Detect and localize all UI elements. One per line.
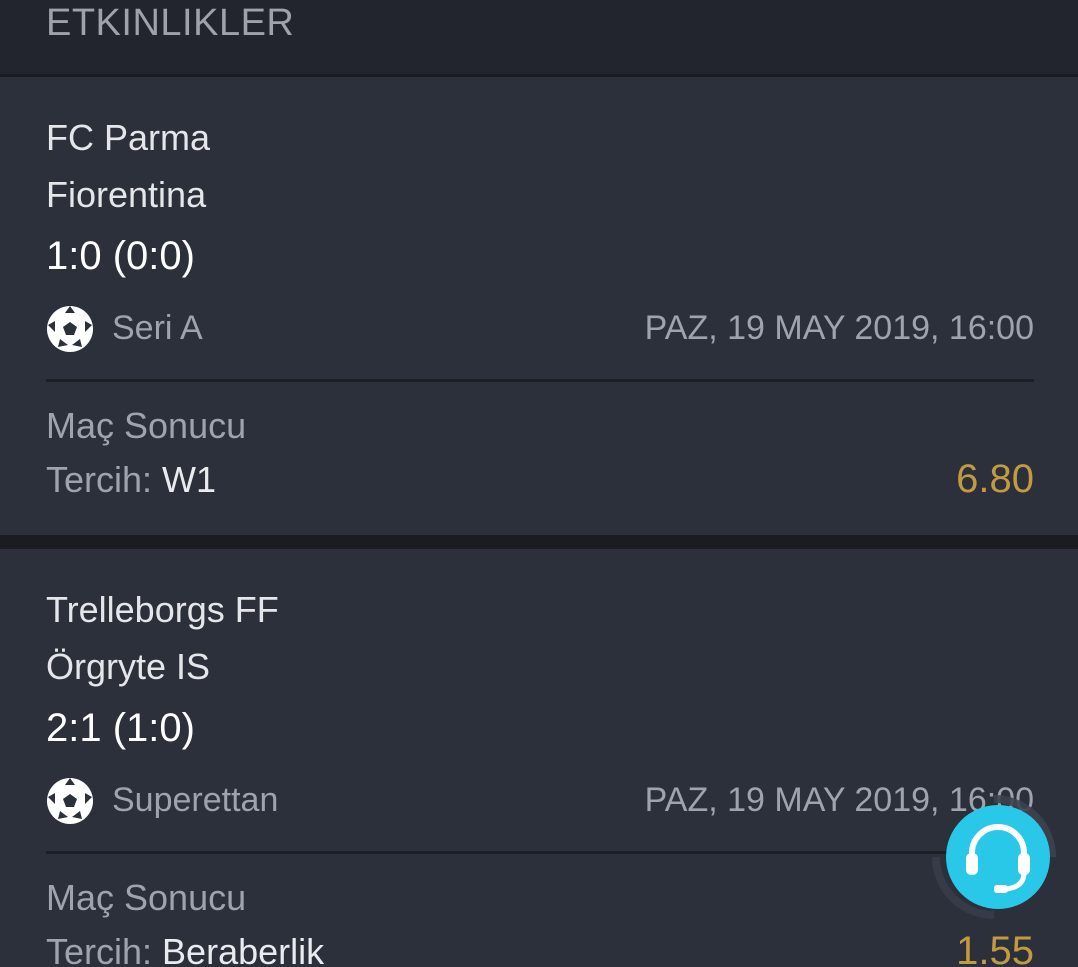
league-row: Seri A PAZ, 19 MAY 2019, 16:00 xyxy=(46,305,1034,353)
event-card[interactable]: Trelleborgs FF Örgryte IS 2:1 (1:0) Supe… xyxy=(0,549,1078,967)
pick-value: Beraberlik xyxy=(162,931,325,967)
odds-value: 6.80 xyxy=(956,457,1034,501)
soccer-ball-icon xyxy=(47,778,93,824)
pick-label: Tercih: xyxy=(46,459,163,500)
pick-row: Tercih: W1 6.80 xyxy=(46,457,1034,507)
soccer-ball-icon xyxy=(47,306,93,352)
divider xyxy=(46,851,1034,854)
card-separator xyxy=(0,535,1078,549)
pick-label: Tercih: xyxy=(46,931,163,967)
divider xyxy=(46,379,1034,382)
market-name: Maç Sonucu xyxy=(46,877,247,918)
events-header: ETKINLIKLER xyxy=(0,0,1078,77)
match-score: 2:1 (1:0) xyxy=(46,706,195,750)
event-card[interactable]: FC Parma Fiorentina 1:0 (0:0) Seri A PAZ… xyxy=(0,77,1078,535)
pick-row: Tercih: Beraberlik 1.55 xyxy=(46,929,1034,967)
pick-value: W1 xyxy=(162,459,217,500)
away-team: Fiorentina xyxy=(46,174,207,215)
page: ETKINLIKLER FC Parma Fiorentina 1:0 (0:0… xyxy=(0,0,1078,967)
home-team: FC Parma xyxy=(46,117,211,158)
league-row: Superettan PAZ, 19 MAY 2019, 16:00 xyxy=(46,777,1034,825)
league-name: Seri A xyxy=(112,309,203,347)
away-team: Örgryte IS xyxy=(46,646,211,687)
league-name: Superettan xyxy=(112,781,279,819)
home-team: Trelleborgs FF xyxy=(46,589,279,630)
page-title: ETKINLIKLER xyxy=(46,2,295,44)
support-chat-button[interactable] xyxy=(932,795,1056,919)
market-name: Maç Sonucu xyxy=(46,405,247,446)
odds-value: 1.55 xyxy=(956,929,1034,967)
match-score: 1:0 (0:0) xyxy=(46,234,195,278)
event-datetime: PAZ, 19 MAY 2019, 16:00 xyxy=(644,309,1034,347)
